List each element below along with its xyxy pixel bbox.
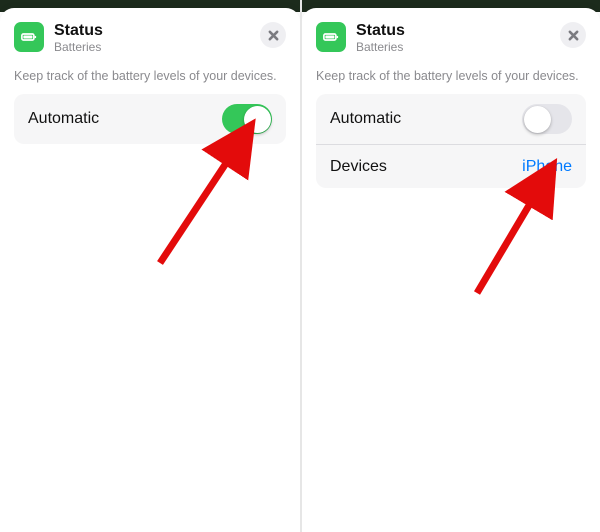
toggle-knob <box>244 106 271 133</box>
row-label-automatic: Automatic <box>330 110 522 128</box>
batteries-app-icon <box>14 22 44 52</box>
row-value-devices[interactable]: iPhone <box>522 158 572 176</box>
row-devices[interactable]: Devices iPhone <box>316 144 586 188</box>
settings-list: Automatic Devices iPhone <box>316 94 586 188</box>
batteries-app-icon <box>316 22 346 52</box>
settings-list: Automatic <box>14 94 286 144</box>
automatic-toggle[interactable] <box>222 104 272 134</box>
row-label-automatic: Automatic <box>28 110 222 128</box>
automatic-toggle[interactable] <box>522 104 572 134</box>
row-automatic: Automatic <box>316 94 586 144</box>
sheet-title: Status <box>356 22 560 40</box>
screen-automatic-off: Status Batteries Keep track of the batte… <box>300 0 600 532</box>
toggle-knob <box>524 106 551 133</box>
sheet-header: Status Batteries <box>316 22 586 54</box>
sheet-description: Keep track of the battery levels of your… <box>316 68 586 84</box>
sheet-description: Keep track of the battery levels of your… <box>14 68 286 84</box>
sheet-subtitle: Batteries <box>54 41 260 54</box>
header-titles: Status Batteries <box>356 22 560 54</box>
settings-sheet: Status Batteries Keep track of the batte… <box>302 8 600 532</box>
sheet-title: Status <box>54 22 260 40</box>
screen-automatic-on: Status Batteries Keep track of the batte… <box>0 0 300 532</box>
close-button[interactable] <box>260 22 286 48</box>
sheet-subtitle: Batteries <box>356 41 560 54</box>
header-titles: Status Batteries <box>54 22 260 54</box>
row-automatic: Automatic <box>14 94 286 144</box>
row-label-devices: Devices <box>330 158 522 176</box>
settings-sheet: Status Batteries Keep track of the batte… <box>0 8 300 532</box>
sheet-header: Status Batteries <box>14 22 286 54</box>
close-button[interactable] <box>560 22 586 48</box>
close-icon <box>568 30 579 41</box>
close-icon <box>268 30 279 41</box>
